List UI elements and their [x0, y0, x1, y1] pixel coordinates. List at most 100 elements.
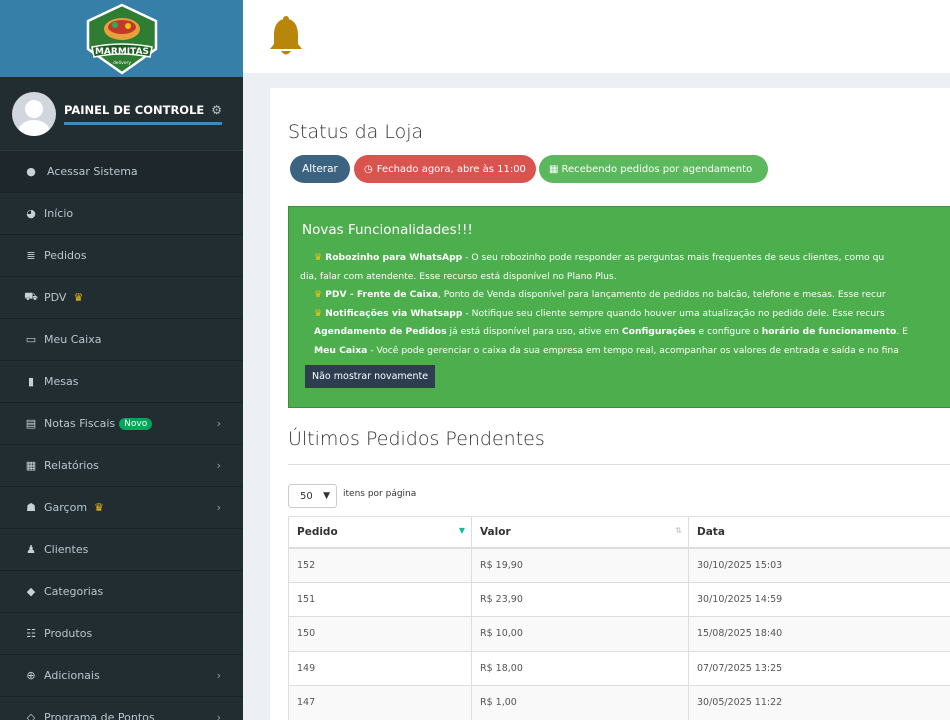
sidebar-item-garcom[interactable]: ☗ Garçom ♛ › — [0, 486, 243, 528]
orders-title: Últimos Pedidos Pendentes — [288, 428, 545, 450]
new-badge: Novo — [119, 417, 153, 430]
tag-icon: ◆ — [26, 585, 36, 598]
news-list: ♛ Robozinho para WhatsApp - O seu robozi… — [300, 249, 950, 361]
sidebar-item-programa-de-pontos[interactable]: ◇ Programa de Pontos › — [0, 696, 243, 720]
sidebar-item-mesas[interactable]: ▮ Mesas — [0, 360, 243, 402]
column-header-valor[interactable]: Valor ⇅ — [471, 516, 689, 549]
news-title: Novas Funcionalidades!!! — [302, 222, 473, 238]
cell-date: 30/05/2025 11:22 — [688, 685, 950, 720]
cell-value: R$ 10,00 — [471, 616, 689, 652]
globe-icon: ● — [26, 165, 36, 178]
sidebar-item-label: Adicionais — [44, 669, 100, 682]
sidebar-item-label: Mesas — [44, 375, 79, 388]
table-row[interactable]: 151 R$ 23,90 30/10/2025 14:59 — [288, 581, 950, 617]
hide-news-button[interactable]: Não mostrar novamente — [305, 365, 436, 388]
news-item: ♛ PDV - Frente de Caixa, Ponto de Venda … — [314, 286, 950, 305]
sidebar-item-label: Início — [44, 207, 74, 220]
dashboard-icon: ◕ — [26, 207, 36, 220]
sidebar-item-adicionais[interactable]: ⊕ Adicionais › — [0, 654, 243, 696]
column-header-pedido[interactable]: Pedido ▼ — [288, 516, 472, 549]
logo-text: MARMITAS — [94, 47, 148, 57]
sort-desc-icon: ▼ — [458, 525, 465, 535]
clock-icon: ◷ — [364, 163, 373, 175]
sidebar-item-meu-caixa[interactable]: ▭ Meu Caixa — [0, 318, 243, 360]
table-icon: ☷ — [26, 627, 36, 640]
logo-area[interactable]: MARMITAS delivery — [0, 0, 243, 77]
gear-icon[interactable]: ⚙ — [211, 103, 222, 117]
chevron-right-icon: › — [216, 501, 221, 514]
chevron-right-icon: › — [216, 459, 221, 472]
news-item: Agendamento de Pedidos já está disponíve… — [314, 323, 950, 342]
sidebar-item-label: Produtos — [44, 627, 93, 640]
chevron-right-icon: › — [216, 417, 221, 430]
store-closed-button[interactable]: ◷ Fechado agora, abre às 11:00 — [354, 155, 536, 183]
crown-icon: ♛ — [314, 252, 326, 263]
user-panel: PAINEL DE CONTROLE ⚙ — [0, 77, 243, 150]
cell-id: 147 — [288, 685, 472, 720]
user-icon: ♟ — [26, 543, 36, 556]
sidebar-item-categorias[interactable]: ◆ Categorias — [0, 570, 243, 612]
sidebar-item-relatorios[interactable]: ▦ Relatórios › — [0, 444, 243, 486]
sidebar-item-label: Garçom — [44, 501, 88, 514]
sidebar-item-label: Pedidos — [44, 249, 87, 262]
cell-date: 30/10/2025 15:03 — [688, 547, 950, 583]
news-item: dia, falar com atendente. Esse recurso e… — [300, 270, 617, 282]
sort-icon: ⇅ — [675, 525, 682, 535]
file-icon: ▤ — [25, 417, 37, 430]
store-closed-label: Fechado agora, abre às 11:00 — [376, 163, 526, 175]
chevron-right-icon: › — [216, 711, 221, 720]
panel-title[interactable]: PAINEL DE CONTROLE ⚙ — [64, 103, 222, 125]
sidebar-item-label: PDV — [44, 291, 67, 304]
table-row[interactable]: 152 R$ 19,90 30/10/2025 15:03 — [288, 547, 950, 583]
sidebar-item-label: Programa de Pontos — [44, 711, 155, 720]
marmitas-logo[interactable]: MARMITAS delivery — [82, 3, 162, 75]
news-item: ♛ Notificações via Whatsapp - Notifique … — [314, 305, 950, 324]
news-item: ♛ Robozinho para WhatsApp - O seu robozi… — [314, 249, 950, 268]
chevron-right-icon: › — [216, 669, 221, 682]
sidebar-item-pdv[interactable]: ⛟ PDV ♛ — [0, 276, 243, 318]
avatar[interactable] — [12, 91, 56, 136]
cell-value: R$ 23,90 — [471, 581, 689, 617]
sidebar-item-clientes[interactable]: ♟ Clientes — [0, 528, 243, 570]
sidebar-menu: ● Acessar Sistema ◕ Início ≣ Pedidos ⛟ PDV ♛ … — [0, 150, 243, 720]
panel-title-label: PAINEL DE CONTROLE — [64, 102, 205, 117]
sidebar-item-label: Notas Fiscais — [44, 417, 116, 430]
top-header — [243, 0, 950, 73]
sidebar-item-notas-fiscais[interactable]: ▤ Notas Fiscais Novo › — [0, 402, 243, 444]
list-icon: ≣ — [26, 249, 36, 262]
sidebar-item-label: Clientes — [44, 543, 89, 556]
sidebar-item-label: Meu Caixa — [44, 333, 102, 346]
bookmark-icon: ▮ — [27, 375, 35, 388]
sidebar-item-label: Relatórios — [44, 459, 99, 472]
sidebar-item-produtos[interactable]: ☷ Produtos — [0, 612, 243, 654]
scheduling-button[interactable]: ▦ Recebendo pedidos por agendamento — [539, 155, 768, 183]
sidebar-item-acessar-sistema[interactable]: ● Acessar Sistema — [0, 150, 243, 192]
store-status-title: Status da Loja — [288, 121, 424, 143]
bell-icon[interactable] — [267, 16, 305, 58]
table-row[interactable]: 150 R$ 10,00 15/08/2025 18:40 — [288, 616, 950, 652]
cell-id: 152 — [288, 547, 472, 583]
per-page-label: itens por página — [343, 489, 417, 499]
cell-id: 149 — [288, 650, 472, 686]
chevron-down-icon: ▼ — [323, 491, 330, 501]
table-row[interactable]: 149 R$ 18,00 07/07/2025 13:25 — [288, 650, 950, 686]
crown-icon: ♛ — [314, 307, 326, 319]
table-header-row: Pedido ▼ Valor ⇅ Data — [288, 516, 950, 549]
table-row[interactable]: 147 R$ 1,00 30/05/2025 11:22 — [288, 685, 950, 720]
cell-date: 15/08/2025 18:40 — [688, 616, 950, 652]
sidebar-item-label: Acessar Sistema — [47, 165, 138, 178]
sidebar-item-pedidos[interactable]: ≣ Pedidos — [0, 234, 243, 276]
cell-id: 151 — [288, 581, 472, 617]
crown-icon: ♛ — [314, 289, 326, 300]
page-size-select[interactable]: 50 ▼ — [288, 484, 337, 508]
cell-value: R$ 1,00 — [471, 685, 689, 720]
sidebar-item-label: Categorias — [44, 585, 104, 598]
news-item: Meu Caixa - Você pode gerenciar o caixa … — [314, 342, 950, 361]
sidebar-item-inicio[interactable]: ◕ Início — [0, 192, 243, 234]
alterar-button[interactable]: Alterar — [290, 155, 350, 183]
sidebar: MARMITAS delivery PAINEL DE CONTROLE ⚙ ●… — [0, 0, 243, 720]
cart-icon: ⛟ — [24, 290, 38, 303]
cell-value: R$ 18,00 — [471, 650, 689, 686]
cell-date: 30/10/2025 14:59 — [688, 581, 950, 617]
column-header-data[interactable]: Data — [688, 516, 950, 549]
